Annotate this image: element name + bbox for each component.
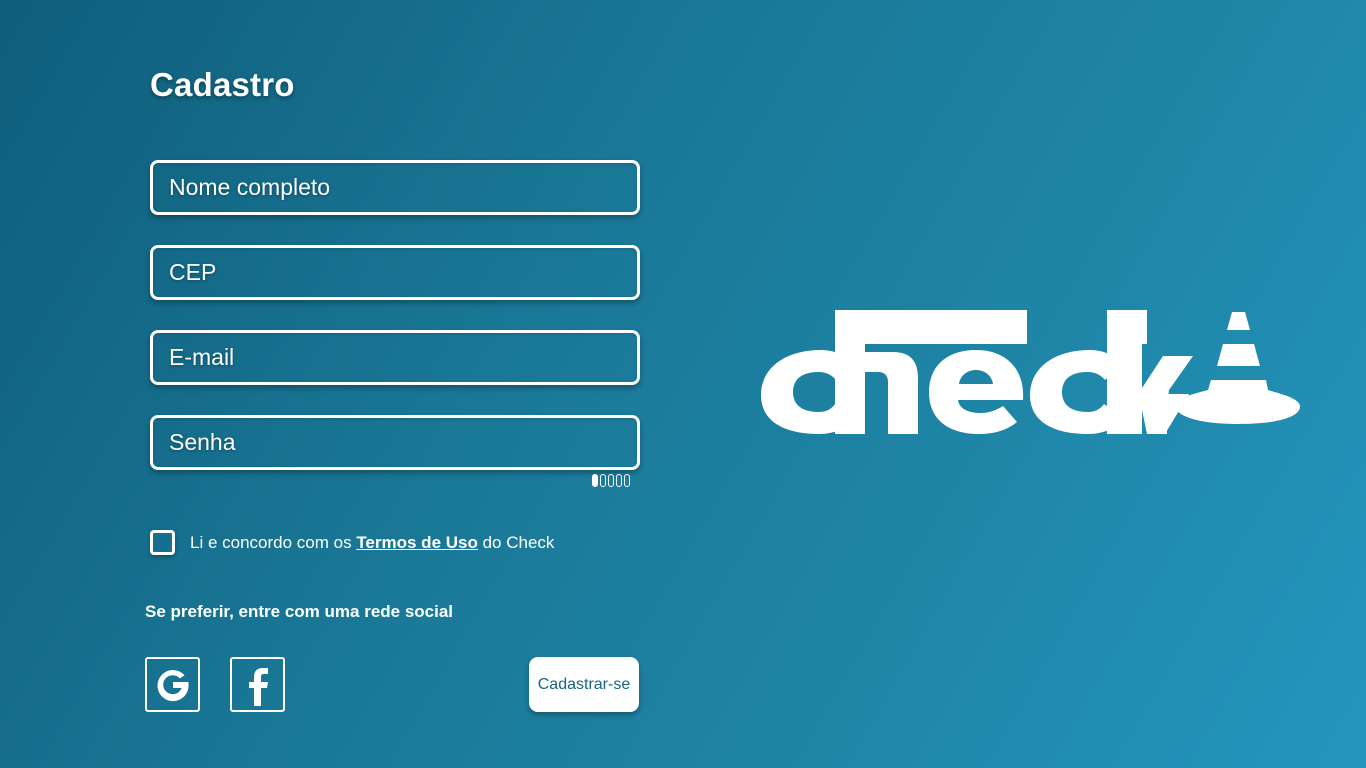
- terms-checkbox[interactable]: [150, 530, 175, 555]
- facebook-login-button[interactable]: [230, 657, 285, 712]
- strength-segment: [592, 474, 598, 487]
- google-icon: [157, 669, 189, 701]
- terms-text: Li e concordo com os Termos de Uso do Ch…: [190, 533, 554, 553]
- google-login-button[interactable]: [145, 657, 200, 712]
- strength-segment: [608, 474, 614, 487]
- cep-input[interactable]: [150, 245, 640, 300]
- password-input[interactable]: [150, 415, 640, 470]
- signup-form-panel: Cadastro Li e concordo com os Termos de …: [0, 0, 700, 768]
- social-login-label: Se preferir, entre com uma rede social: [145, 602, 454, 621]
- terms-suffix: do Check: [477, 532, 555, 552]
- full-name-input[interactable]: [150, 160, 640, 215]
- signup-button[interactable]: Cadastrar-se: [529, 657, 639, 712]
- check-logo: [755, 300, 1315, 455]
- password-strength-meter: [592, 474, 630, 487]
- terms-of-use-link[interactable]: Termos de Uso: [356, 533, 478, 552]
- facebook-icon: [248, 667, 268, 706]
- terms-prefix: Li e concordo com os: [190, 532, 357, 552]
- strength-segment: [616, 474, 622, 487]
- email-input[interactable]: [150, 330, 640, 385]
- terms-row: Li e concordo com os Termos de Uso do Ch…: [150, 530, 554, 555]
- strength-segment: [600, 474, 606, 487]
- strength-segment: [624, 474, 630, 487]
- page-title: Cadastro: [150, 66, 295, 103]
